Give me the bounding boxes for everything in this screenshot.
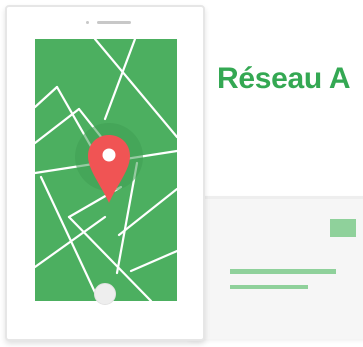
background-card — [190, 196, 363, 339]
map-graphic — [35, 39, 177, 301]
card-accent-square — [330, 219, 356, 237]
card-line-long — [230, 269, 336, 274]
map-screen — [35, 39, 177, 301]
camera-dot — [86, 21, 89, 24]
map-pin-dot — [102, 148, 116, 162]
home-button — [94, 283, 116, 305]
speaker-bar — [97, 21, 131, 24]
headline-title: Réseau A — [217, 62, 351, 95]
card-line-short — [230, 285, 308, 289]
illustration: Réseau A — [0, 0, 363, 347]
phone-frame — [5, 5, 205, 341]
